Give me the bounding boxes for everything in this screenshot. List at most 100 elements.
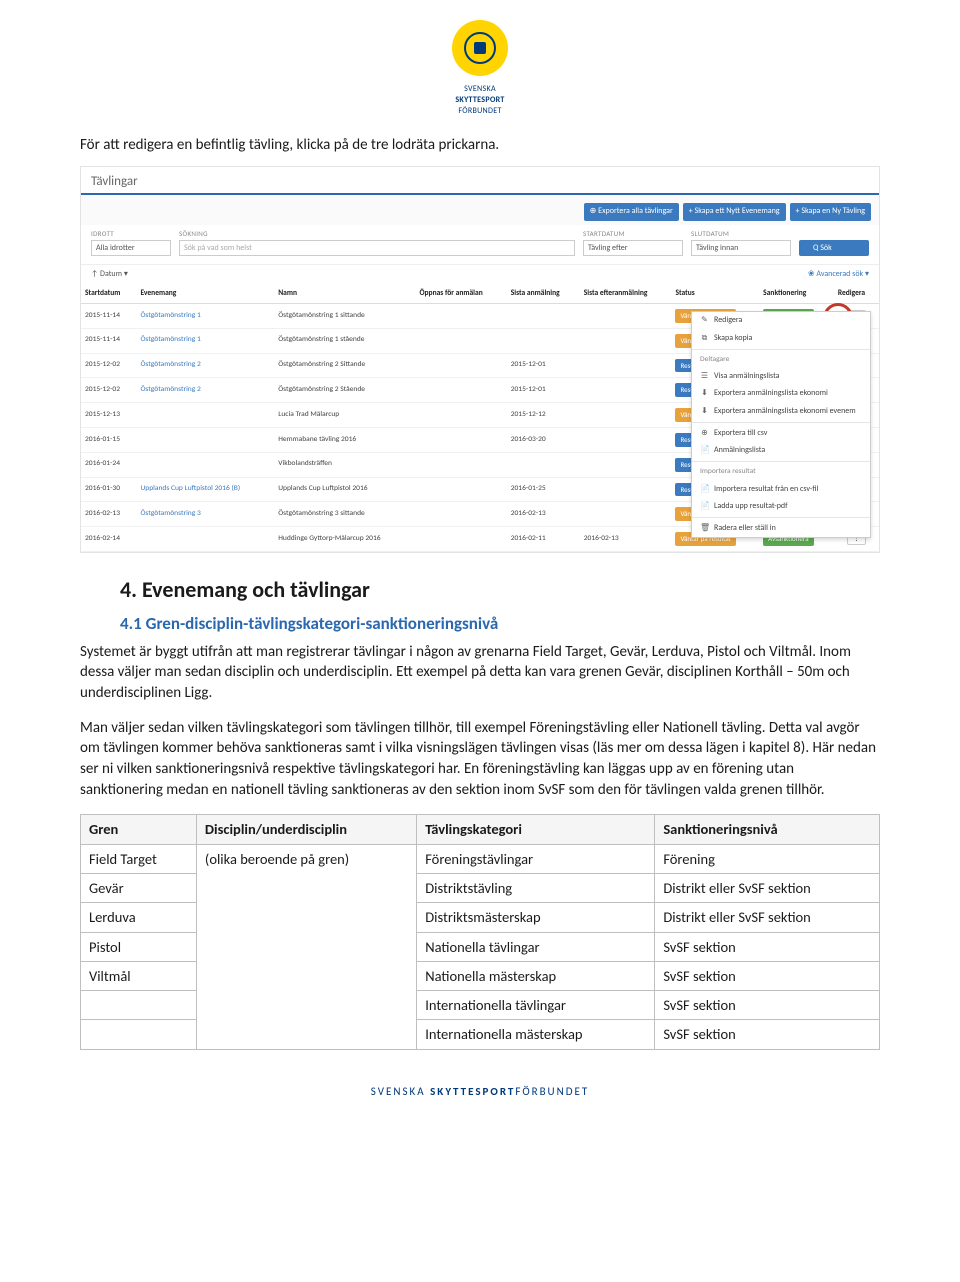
- comp-th: Startdatum: [81, 285, 136, 304]
- cell: [580, 328, 672, 353]
- page-footer: SVENSKA SKYTTESPORTFÖRBUNDET: [80, 1084, 880, 1099]
- cell: [580, 502, 672, 527]
- cell: [415, 452, 506, 477]
- cell: [415, 527, 506, 552]
- cell: [507, 328, 580, 353]
- sport-select[interactable]: Alla idrotter: [91, 240, 171, 256]
- ctx-copy[interactable]: ⧉Skapa kopia: [692, 330, 870, 347]
- export-all-button[interactable]: ⊕ Exportera alla tävlingar: [584, 203, 679, 220]
- footer-line1: SVENSKA: [371, 1085, 426, 1098]
- gren-cell-empty: [81, 1020, 197, 1049]
- import-icon: 📄: [700, 484, 709, 495]
- gren-cell: Field Target: [81, 844, 197, 873]
- cell: [580, 304, 672, 329]
- ctx-edit[interactable]: ✎Redigera: [692, 312, 870, 329]
- cell: Östgötamönstring 1: [136, 304, 274, 329]
- search-label: SÖKNING: [179, 229, 575, 239]
- row-context-menu: ✎Redigera ⧉Skapa kopia Deltagare ☰Visa a…: [691, 311, 871, 538]
- cell: 2016-02-11: [507, 527, 580, 552]
- subsection-heading: 4.1 Gren-disciplin-tävlingskategori-sank…: [120, 612, 880, 636]
- cell: [136, 527, 274, 552]
- cell: [415, 403, 506, 428]
- cell: [580, 428, 672, 453]
- cell: 2016-02-13: [81, 502, 136, 527]
- cell: [580, 452, 672, 477]
- section-heading: 4. Evenemang och tävlingar: [120, 575, 880, 606]
- sport-label: IDROTT: [91, 229, 171, 239]
- cell: [415, 328, 506, 353]
- new-competition-button[interactable]: + Skapa en Ny Tävling: [790, 203, 871, 220]
- cat-cell: Föreningstävlingar: [417, 844, 655, 873]
- ctx-export-eco[interactable]: ⬇Exportera anmälningslista ekonomi: [692, 385, 870, 402]
- end-label: SLUTDATUM: [691, 229, 791, 239]
- gren-cell: Gevär: [81, 873, 197, 902]
- advanced-search-link[interactable]: ❀ Avancerad sök ▾: [808, 269, 869, 280]
- cell: Huddinge Gyttorp-Mälarcup 2016: [274, 527, 415, 552]
- gren-cell: Viltmål: [81, 961, 197, 990]
- cell: Östgötamönstring 2: [136, 353, 274, 378]
- cell: [136, 452, 274, 477]
- csv-icon: ⊕: [700, 428, 709, 439]
- level-cell: SvSF sektion: [655, 932, 880, 961]
- cell: [136, 403, 274, 428]
- end-date-input[interactable]: Tävling innan: [691, 240, 791, 256]
- footer-line3: FÖRBUNDET: [515, 1085, 589, 1098]
- ctx-head-participants: Deltagare: [692, 352, 870, 369]
- cell: 2016-01-24: [81, 452, 136, 477]
- cell: [415, 428, 506, 453]
- sanction-table: Gren Disciplin/underdisciplin Tävlingska…: [80, 814, 880, 1049]
- file-icon: 📄: [700, 445, 709, 456]
- ctx-reg-list[interactable]: 📄Anmälningslista: [692, 442, 870, 459]
- logo-text: SVENSKA SKYTTESPORT FÖRBUNDET: [80, 84, 880, 118]
- cat-cell: Distriktsmästerskap: [417, 903, 655, 932]
- ctx-export-csv[interactable]: ⊕Exportera till csv: [692, 425, 870, 442]
- trash-icon: 🗑: [700, 523, 709, 534]
- ctx-upload-pdf[interactable]: 📄Ladda upp resultat-pdf: [692, 498, 870, 515]
- cell: [415, 477, 506, 502]
- ctx-import-csv[interactable]: 📄Importera resultat från en csv-fil: [692, 481, 870, 498]
- cell: [415, 378, 506, 403]
- cell: [415, 353, 506, 378]
- cell: 2015-11-14: [81, 328, 136, 353]
- cell: Vikbolandsträffen: [274, 452, 415, 477]
- cell: Upplands Cup Luftpistol 2016 (B): [136, 477, 274, 502]
- cell: 2016-01-15: [81, 428, 136, 453]
- cell: Hemmabane tävling 2016: [274, 428, 415, 453]
- cat-cell: Internationella mästerskap: [417, 1020, 655, 1049]
- cell: 2016-02-13: [507, 502, 580, 527]
- ctx-delete[interactable]: 🗑Radera eller ställ in: [692, 520, 870, 537]
- cell: 2016-02-13: [580, 527, 672, 552]
- cell: 2015-12-02: [81, 353, 136, 378]
- new-event-button[interactable]: + Skapa ett Nytt Evenemang: [683, 203, 786, 220]
- level-cell: SvSF sektion: [655, 1020, 880, 1049]
- search-input[interactable]: Sök på vad som helst: [179, 240, 575, 256]
- cell: Östgötamönstring 2: [136, 378, 274, 403]
- cell: Östgötamönstring 1 stående: [274, 328, 415, 353]
- cell: [580, 378, 672, 403]
- export-icon: ⬇: [700, 388, 709, 399]
- gren-cell: Lerduva: [81, 903, 197, 932]
- comp-th: Sista efteranmälning: [580, 285, 672, 304]
- logo-line1: SVENSKA: [464, 84, 496, 94]
- ctx-view-reg[interactable]: ☰Visa anmälningslista: [692, 368, 870, 385]
- cell: [580, 477, 672, 502]
- start-date-input[interactable]: Tävling efter: [583, 240, 683, 256]
- search-button[interactable]: Q Sök: [799, 240, 869, 256]
- comp-th: Sanktionering: [759, 285, 834, 304]
- cell: [580, 353, 672, 378]
- cell: 2015-11-14: [81, 304, 136, 329]
- list-icon: ☰: [700, 371, 709, 382]
- th-gren: Gren: [81, 815, 197, 844]
- screenshot-panel: Tävlingar ⊕ Exportera alla tävlingar + S…: [80, 166, 880, 553]
- cell: 2015-12-12: [507, 403, 580, 428]
- intro-paragraph: För att redigera en befintlig tävling, k…: [80, 135, 880, 156]
- cell: [507, 304, 580, 329]
- sort-control[interactable]: ↑ Datum ▾: [91, 269, 128, 280]
- cell: 2016-03-20: [507, 428, 580, 453]
- cat-cell: Internationella tävlingar: [417, 991, 655, 1020]
- level-cell: SvSF sektion: [655, 961, 880, 990]
- disc-cell: (olika beroende på gren): [196, 844, 416, 1049]
- filter-secondary-row: ↑ Datum ▾ ❀ Avancerad sök ▾: [81, 265, 879, 284]
- ctx-export-eco-ev[interactable]: ⬇Exportera anmälningslista ekonomi evene…: [692, 403, 870, 420]
- panel-underline: [81, 193, 879, 195]
